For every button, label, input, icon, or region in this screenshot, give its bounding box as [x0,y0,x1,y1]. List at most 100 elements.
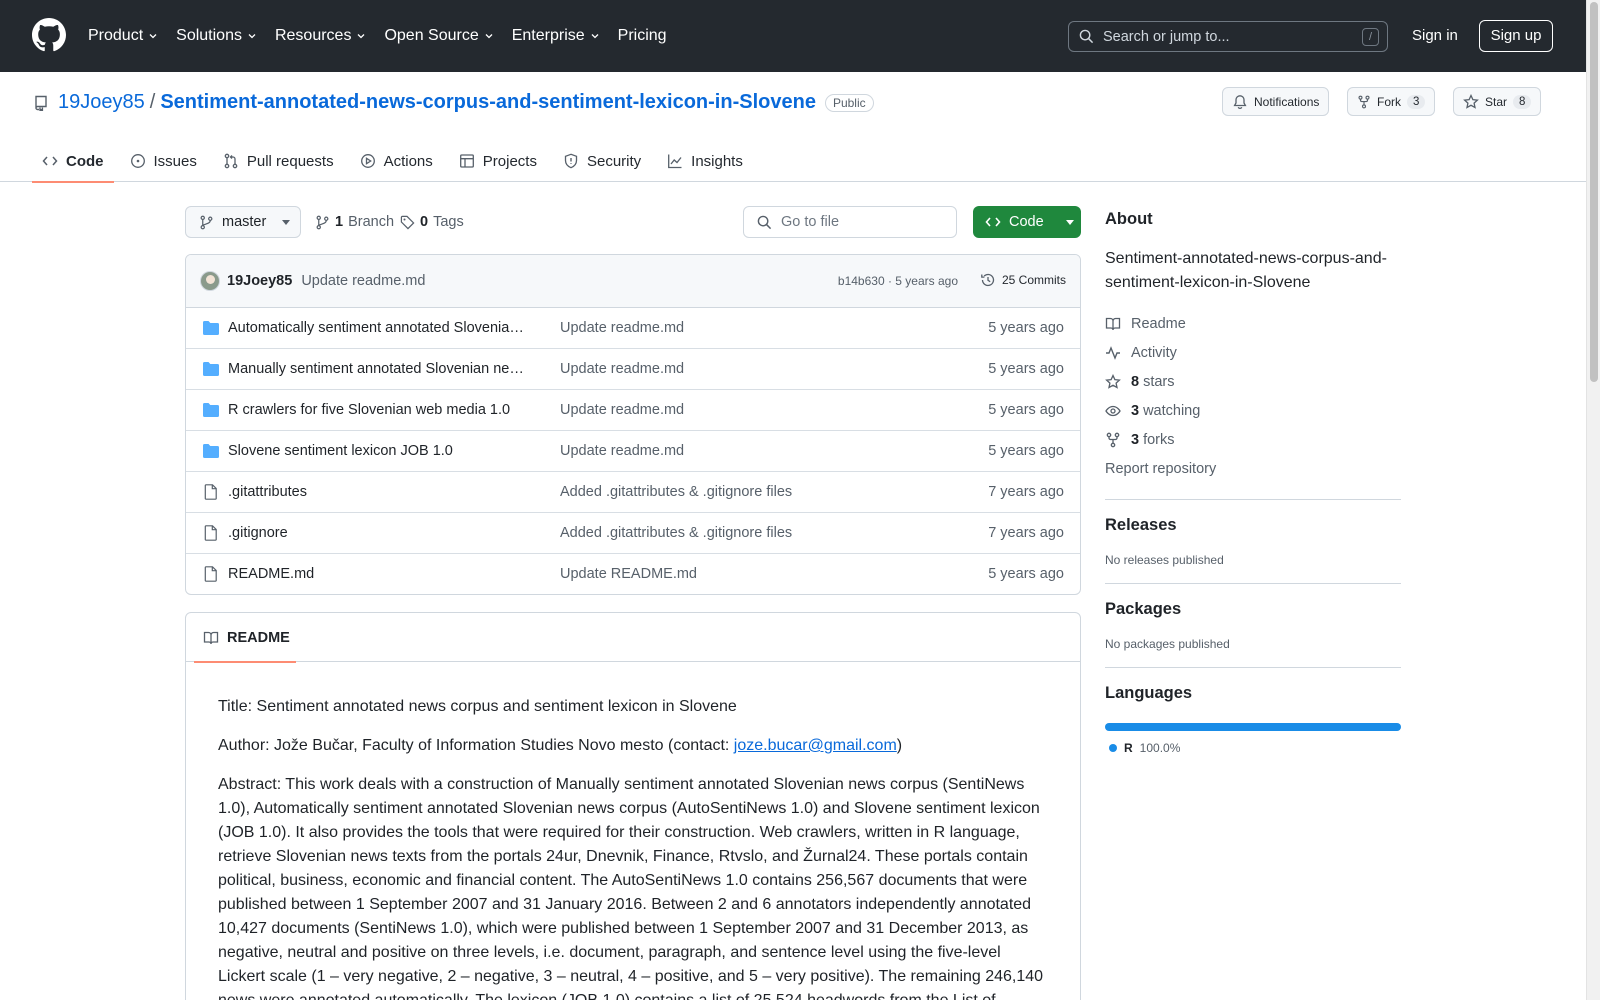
table-row[interactable]: R crawlers for five Slovenian web media … [186,390,1080,431]
file-name-link[interactable]: Manually sentiment annotated Slovenian n… [228,361,528,377]
fork-button[interactable]: Fork 3 [1347,87,1436,116]
file-commit-age: 7 years ago [988,484,1064,500]
sign-in-link[interactable]: Sign in [1412,27,1458,44]
branches-link[interactable]: 1 Branch [315,214,394,230]
table-row[interactable]: Automatically sentiment annotated Sloven… [186,308,1080,349]
star-count: 8 [1513,94,1532,109]
folder-icon [203,444,219,458]
table-row[interactable]: README.md Update README.md 5 years ago [186,554,1080,594]
chevron-down-icon [282,219,291,225]
pull-request-icon [224,153,238,169]
commit-message-link[interactable]: Update readme.md [301,273,425,289]
code-dropdown-button[interactable]: Code [973,206,1081,238]
file-name-link[interactable]: .gitignore [228,525,528,541]
chevron-down-icon [357,34,365,39]
branch-selector[interactable]: master [185,206,301,238]
table-row[interactable]: .gitignore Added .gitattributes & .gitign… [186,513,1080,554]
search-icon [757,215,772,229]
pulse-icon [1106,345,1120,360]
scrollbar-thumb[interactable] [1590,2,1598,382]
tab-label: Actions [383,152,433,170]
star-icon [1105,373,1121,389]
commits-history-link[interactable]: 25 Commits [980,272,1066,288]
readme-title-line: Title: Sentiment annotated news corpus a… [218,698,737,715]
global-nav-solutions[interactable]: Solutions [176,24,265,48]
tab-insights[interactable]: Insights [657,140,753,182]
tags-link[interactable]: 0 Tags [400,214,464,230]
table-row[interactable]: .gitattributes Added .gitattributes & .gi… [186,472,1080,513]
file-commit-age: 5 years ago [988,361,1064,377]
file-commit-age: 5 years ago [988,443,1064,459]
global-search-input[interactable]: Search or jump to... / [1068,21,1388,52]
page-scrollbar[interactable] [1586,0,1600,1000]
file-name-link[interactable]: .gitattributes [228,484,528,500]
author-email-link[interactable]: joze.bucar@gmail.com [734,737,897,754]
tab-code[interactable]: Code [32,140,114,183]
tab-label: Projects [482,152,537,170]
git-branch-icon [200,215,213,229]
language-bar [1105,723,1401,731]
file-name-link[interactable]: README.md [228,566,528,582]
language-item[interactable]: R 100.0% [1105,741,1401,755]
table-row[interactable]: Slovene sentiment lexicon JOB 1.0 Update … [186,431,1080,472]
sign-up-button[interactable]: Sign up [1479,20,1553,52]
report-repository-link[interactable]: Report repository [1105,454,1401,483]
tab-actions[interactable]: Actions [350,140,443,182]
stars-count: 8 [1131,373,1140,390]
packages-heading[interactable]: Packages [1105,600,1401,619]
readme-link[interactable]: Readme [1105,309,1401,338]
file-commit-age: 5 years ago [988,320,1064,336]
repo-name-link[interactable]: Sentiment-annotated-news-corpus-and-sent… [160,91,816,114]
go-to-file-input[interactable]: Go to file [743,206,957,238]
watchers-link[interactable]: 3 watching [1105,396,1401,425]
global-nav-label: Product [88,27,144,44]
file-commit-message-link[interactable]: Update readme.md [560,443,684,459]
file-name-link[interactable]: Slovene sentiment lexicon JOB 1.0 [228,443,528,459]
commit-author-link[interactable]: 19Joey85 [227,273,292,289]
star-button[interactable]: Star 8 [1453,87,1542,116]
avatar[interactable] [200,271,220,291]
global-nav-product[interactable]: Product [88,24,166,48]
global-nav-label: Open Source [384,27,479,44]
readme-author-suffix: ) [896,737,903,754]
global-nav-enterprise[interactable]: Enterprise [512,24,608,48]
file-commit-message-link[interactable]: Update README.md [560,566,697,582]
tab-projects[interactable]: Projects [449,140,547,182]
file-commit-message-link[interactable]: Update readme.md [560,320,684,336]
github-logo-icon[interactable] [32,18,66,52]
readme-tab[interactable]: README [194,613,296,663]
file-commit-message-link[interactable]: Update readme.md [560,402,684,418]
releases-heading[interactable]: Releases [1105,516,1401,535]
tab-issues[interactable]: Issues [120,140,207,182]
language-percent: 100.0% [1139,741,1181,755]
file-name-link[interactable]: Automatically sentiment annotated Sloven… [228,320,528,336]
tab-security[interactable]: Security [553,140,651,182]
activity-link[interactable]: Activity [1105,338,1401,367]
file-commit-message-link[interactable]: Update readme.md [560,361,684,377]
global-nav-pricing[interactable]: Pricing [618,24,675,48]
about-heading: About [1105,210,1153,228]
file-name-link[interactable]: R crawlers for five Slovenian web media … [228,402,528,418]
code-icon [985,217,1001,227]
global-nav-resources[interactable]: Resources [275,24,374,48]
readme-content: Title: Sentiment annotated news corpus a… [186,662,1080,1000]
table-row[interactable]: Manually sentiment annotated Slovenian n… [186,349,1080,390]
search-icon [1079,29,1094,44]
forks-link[interactable]: 3 forks [1105,425,1401,454]
book-icon [1105,317,1121,330]
folder-icon [203,403,219,417]
global-nav-open-source[interactable]: Open Source [384,24,501,48]
repo-owner-link[interactable]: 19Joey85 [58,91,145,114]
file-commit-message-link[interactable]: Added .gitattributes & .gitignore files [560,525,792,541]
language-name: R [1124,741,1133,755]
notifications-button[interactable]: Notifications [1222,87,1330,116]
global-nav-label: Pricing [617,27,667,44]
tab-pull-requests[interactable]: Pull requests [213,140,344,182]
global-header: Product Solutions Resources Open Source Ente… [0,0,1586,72]
stars-link[interactable]: 8 stars [1105,367,1401,396]
star-label: Star [1485,94,1508,109]
book-icon [203,631,219,644]
repo-sidebar: About Sentiment-annotated-news-corpus-an… [1105,210,1401,755]
file-commit-message-link[interactable]: Added .gitattributes & .gitignore files [560,484,792,500]
commit-hash-age[interactable]: b14b630 · 5 years ago [838,274,958,288]
